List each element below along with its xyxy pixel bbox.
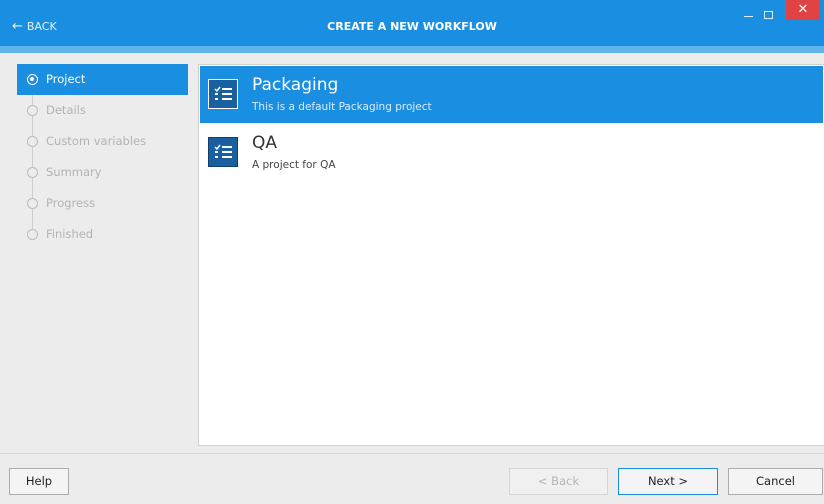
title-bar: ← BACK CREATE A NEW WORKFLOW ✕: [0, 0, 824, 46]
footer-bar: Help < Back Next > Cancel: [0, 453, 824, 504]
window-title: CREATE A NEW WORKFLOW: [327, 20, 497, 33]
step-indicator-icon: [27, 136, 38, 147]
project-description: A project for QA: [252, 159, 336, 171]
step-label: Custom variables: [46, 134, 147, 148]
step-label: Project: [46, 72, 86, 86]
checklist-icon: [208, 137, 238, 167]
title-bar-band: [0, 46, 824, 53]
project-item-qa[interactable]: QA A project for QA: [200, 124, 823, 181]
minimize-icon[interactable]: [744, 9, 754, 19]
step-details: Details: [17, 95, 188, 126]
step-custom-variables: Custom variables: [17, 126, 188, 157]
help-button[interactable]: Help: [9, 468, 69, 495]
step-indicator-icon: [27, 229, 38, 240]
step-label: Finished: [46, 227, 94, 241]
checklist-icon: [208, 79, 238, 109]
maximize-icon[interactable]: [764, 11, 773, 19]
step-indicator-icon: [27, 198, 38, 209]
step-summary: Summary: [17, 157, 188, 188]
step-indicator-icon: [27, 105, 38, 116]
project-item-packaging[interactable]: Packaging This is a default Packaging pr…: [200, 66, 823, 123]
close-icon: ✕: [797, 2, 809, 17]
step-indicator-icon: [27, 74, 38, 85]
step-list: Project Details Custom variables Summary…: [17, 64, 188, 250]
cancel-button[interactable]: Cancel: [728, 468, 823, 495]
project-list[interactable]: Packaging This is a default Packaging pr…: [198, 64, 824, 446]
step-label: Summary: [46, 165, 102, 179]
step-label: Progress: [46, 196, 96, 210]
step-label: Details: [46, 103, 86, 117]
step-progress: Progress: [17, 188, 188, 219]
project-description: This is a default Packaging project: [252, 101, 432, 113]
back-button: < Back: [509, 468, 608, 495]
step-indicator-icon: [27, 167, 38, 178]
wizard-body: Project Details Custom variables Summary…: [0, 53, 824, 453]
project-name: QA: [252, 133, 278, 153]
step-finished: Finished: [17, 219, 188, 250]
step-project[interactable]: Project: [17, 64, 188, 95]
project-name: Packaging: [252, 75, 339, 95]
close-button[interactable]: ✕: [786, 0, 820, 20]
next-button[interactable]: Next >: [618, 468, 718, 495]
